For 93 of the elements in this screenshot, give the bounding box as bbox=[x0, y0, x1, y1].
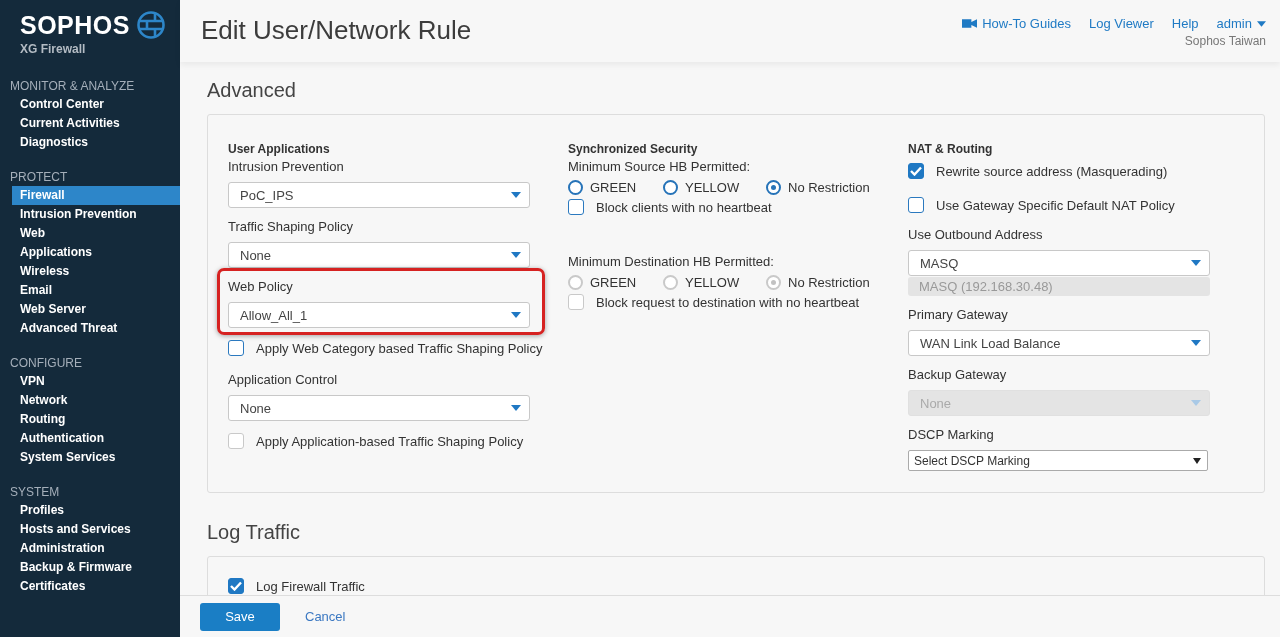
nav-item[interactable]: Hosts and Services bbox=[0, 520, 180, 539]
checkmark-icon bbox=[230, 581, 242, 591]
dropdown[interactable]: None bbox=[228, 395, 530, 421]
checkbox[interactable] bbox=[228, 578, 244, 594]
nav-item[interactable]: Intrusion Prevention bbox=[0, 205, 180, 224]
field-label: Minimum Destination HB Permitted: bbox=[568, 253, 775, 271]
header-link[interactable]: Help bbox=[1171, 16, 1199, 31]
dropdown[interactable]: MASQ bbox=[908, 250, 1210, 276]
globe-icon bbox=[136, 10, 166, 40]
dropdown[interactable]: Allow_All_1 bbox=[228, 302, 530, 328]
save-button[interactable]: Save bbox=[200, 602, 280, 631]
dropdown-arrow-icon bbox=[511, 405, 521, 411]
field-label: DSCP Marking bbox=[908, 426, 995, 444]
nav-item[interactable]: Control Center bbox=[0, 95, 180, 114]
dropdown-arrow-icon bbox=[1191, 340, 1201, 346]
field-label: Minimum Source HB Permitted: bbox=[568, 158, 752, 176]
dropdown[interactable]: Select DSCP Marking bbox=[908, 450, 1208, 471]
radio-button[interactable] bbox=[663, 179, 678, 195]
dropdown[interactable]: PoC_IPS bbox=[228, 182, 530, 208]
nav-item[interactable]: Wireless bbox=[0, 262, 180, 281]
user-menu[interactable]: admin bbox=[1216, 16, 1266, 31]
checkbox-label: Apply Application-based Traffic Shaping Policy bbox=[256, 433, 524, 449]
field-label: Intrusion Prevention bbox=[228, 158, 345, 176]
radio-button[interactable] bbox=[568, 179, 583, 195]
brand-name: SOPHOS bbox=[20, 11, 130, 39]
nav-item[interactable]: Current Activities bbox=[0, 114, 180, 133]
radio-button[interactable] bbox=[766, 179, 781, 195]
nav-item[interactable]: Email bbox=[0, 281, 180, 300]
nav-item[interactable]: Profiles bbox=[0, 501, 180, 520]
nav-item[interactable]: Web bbox=[0, 224, 180, 243]
nav-section-title: CONFIGURE bbox=[9, 355, 83, 372]
checkbox-label: Rewrite source address (Masquerading) bbox=[936, 163, 1168, 179]
field-label: Backup Gateway bbox=[908, 366, 1008, 384]
checkbox-label: Block request to destination with no heartbeat bbox=[596, 294, 860, 310]
nav-item[interactable]: Routing bbox=[0, 410, 180, 429]
checkbox[interactable] bbox=[228, 340, 244, 356]
checkbox-label: Use Gateway Specific Default NAT Policy bbox=[936, 197, 1175, 213]
cancel-link[interactable]: Cancel bbox=[305, 609, 346, 624]
group-heading: Synchronized Security bbox=[568, 141, 698, 158]
nav-item[interactable]: Web Server bbox=[0, 300, 180, 319]
dropdown-arrow-icon bbox=[511, 312, 521, 318]
nav-item[interactable]: Administration bbox=[0, 539, 180, 558]
dropdown-arrow-icon bbox=[1193, 457, 1201, 464]
page-title: Edit User/Network Rule bbox=[201, 15, 472, 47]
field-label: Primary Gateway bbox=[908, 306, 1009, 324]
section-title: Log Traffic bbox=[207, 520, 302, 545]
radio-label: YELLOW bbox=[685, 179, 740, 195]
checkmark-icon bbox=[910, 166, 922, 176]
checkbox[interactable] bbox=[568, 199, 584, 215]
dropdown: None bbox=[908, 390, 1210, 416]
checkbox-label: Apply Web Category based Traffic Shaping Policy bbox=[256, 340, 543, 356]
dropdown[interactable]: None bbox=[228, 242, 530, 268]
nav-item[interactable]: VPN bbox=[0, 372, 180, 391]
field-label: Traffic Shaping Policy bbox=[228, 218, 354, 236]
checkbox-label: Log Firewall Traffic bbox=[256, 578, 365, 594]
radio-label: GREEN bbox=[590, 179, 637, 195]
nav-item[interactable]: Backup & Firmware bbox=[0, 558, 180, 577]
nav-section-title: SYSTEM bbox=[9, 484, 61, 501]
nav-section-title: MONITOR & ANALYZE bbox=[9, 78, 136, 95]
nav-item[interactable]: Applications bbox=[0, 243, 180, 262]
nav-item[interactable]: Authentication bbox=[0, 429, 180, 448]
nav-item[interactable]: Certificates bbox=[0, 577, 180, 596]
field-label: Application Control bbox=[228, 371, 339, 389]
radio-label: YELLOW bbox=[685, 274, 740, 290]
field-label: Use Outbound Address bbox=[908, 226, 1044, 244]
checkbox[interactable] bbox=[908, 197, 924, 213]
nav-item[interactable]: Diagnostics bbox=[0, 133, 180, 152]
nav-item[interactable]: Network bbox=[0, 391, 180, 410]
dropdown-arrow-icon bbox=[1191, 400, 1201, 406]
radio-label: No Restriction bbox=[788, 179, 870, 195]
address-display: MASQ (192.168.30.48) bbox=[908, 277, 1210, 296]
section-title: Advanced bbox=[207, 78, 297, 103]
field-label: Web Policy bbox=[228, 278, 294, 296]
dropdown-arrow-icon bbox=[511, 192, 521, 198]
checkbox[interactable] bbox=[908, 163, 924, 179]
nav-item[interactable]: Advanced Threat bbox=[0, 319, 180, 338]
nav-section-title: PROTECT bbox=[9, 169, 69, 186]
product-name: XG Firewall bbox=[20, 42, 87, 56]
group-heading: User Applications bbox=[228, 141, 330, 158]
checkbox-label: Block clients with no heartbeat bbox=[596, 199, 772, 215]
dropdown[interactable]: WAN Link Load Balance bbox=[908, 330, 1210, 356]
nav-item[interactable]: Firewall bbox=[12, 186, 180, 205]
dropdown-arrow-icon bbox=[511, 252, 521, 258]
group-heading: NAT & Routing bbox=[908, 141, 993, 158]
header-link[interactable]: How-To Guides bbox=[962, 16, 1071, 31]
caret-icon bbox=[1257, 20, 1266, 27]
organization-name: Sophos Taiwan bbox=[1184, 34, 1266, 48]
video-camera-icon bbox=[962, 18, 978, 29]
radio-label: No Restriction bbox=[788, 274, 870, 290]
radio-label: GREEN bbox=[590, 274, 637, 290]
header-link[interactable]: Log Viewer bbox=[1089, 16, 1154, 31]
nav-item[interactable]: System Services bbox=[0, 448, 180, 467]
dropdown-arrow-icon bbox=[1191, 260, 1201, 266]
